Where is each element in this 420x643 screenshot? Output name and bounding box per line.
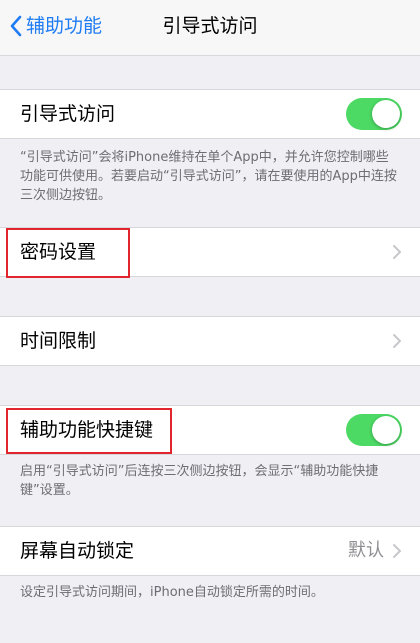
chevron-right-icon [392, 244, 402, 260]
passcode-settings-row[interactable]: 密码设置 [0, 227, 420, 277]
guided-access-footnote: “引导式访问”会将iPhone维持在单个App中，并允许您控制哪些功能可供使用。… [20, 150, 397, 203]
auto-lock-label: 屏幕自动锁定 [20, 540, 135, 562]
accessibility-shortcut-toggle[interactable] [346, 414, 402, 446]
auto-lock-value: 默认 [348, 540, 384, 561]
time-limits-label: 时间限制 [20, 330, 97, 352]
guided-access-toggle[interactable] [346, 98, 402, 130]
guided-access-row: 引导式访问 [0, 89, 420, 139]
toggle-knob [372, 416, 400, 444]
accessibility-shortcut-label: 辅助功能快捷键 [20, 419, 154, 441]
chevron-right-icon [392, 543, 402, 559]
auto-lock-row[interactable]: 屏幕自动锁定 默认 [0, 526, 420, 576]
chevron-right-icon [392, 333, 402, 349]
accessibility-shortcut-row: 辅助功能快捷键 [0, 405, 420, 455]
guided-access-label: 引导式访问 [20, 103, 116, 125]
passcode-settings-label: 密码设置 [20, 241, 97, 263]
page-title: 引导式访问 [162, 15, 258, 37]
auto-lock-footnote: 设定引导式访问期间，iPhone自动锁定所需的时间。 [20, 585, 324, 600]
time-limits-row[interactable]: 时间限制 [0, 316, 420, 366]
navigation-bar: 辅助功能 引导式访问 [0, 0, 420, 56]
toggle-knob [372, 100, 400, 128]
accessibility-shortcut-footnote: 启用“引导式访问”后连按三次侧边按钮，会显示“辅助功能快捷键”设置。 [20, 464, 379, 498]
